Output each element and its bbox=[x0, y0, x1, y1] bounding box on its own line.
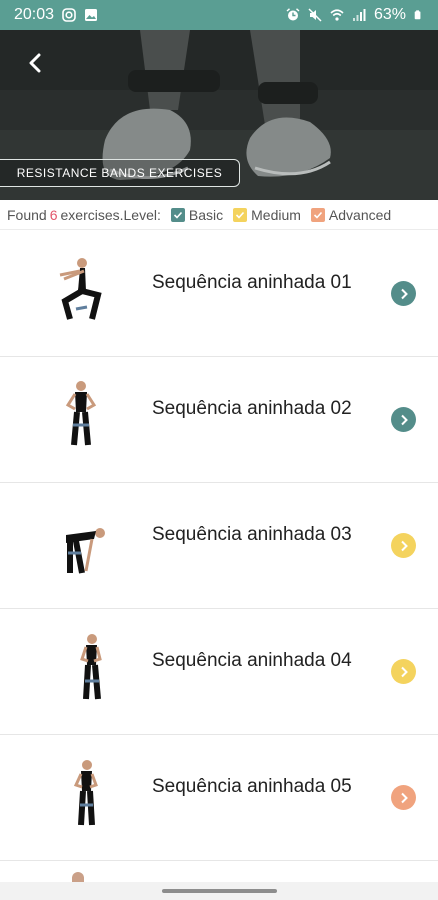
status-bar: 20:03 63% bbox=[0, 0, 438, 30]
level-basic-toggle[interactable]: Basic bbox=[170, 206, 224, 223]
open-exercise-button[interactable] bbox=[391, 533, 416, 558]
exercise-title: Sequência aninhada 03 bbox=[152, 524, 352, 545]
battery-percent: 63% bbox=[373, 6, 406, 23]
level-medium-toggle[interactable]: Medium bbox=[233, 207, 301, 223]
level-filter-bar: Found 6 exercises.Level: Basic Medium Ad… bbox=[0, 200, 438, 230]
exercise-row[interactable]: Sequência aninhada 03 bbox=[0, 483, 438, 609]
battery-icon bbox=[414, 10, 421, 20]
checkbox-checked-icon bbox=[310, 207, 325, 222]
back-arrow-icon bbox=[29, 53, 41, 73]
exercise-list: Sequência aninhada 01 Sequência aninhada… bbox=[0, 231, 438, 861]
exercise-thumbnail bbox=[66, 528, 105, 574]
status-time: 20:03 bbox=[14, 6, 55, 23]
exercise-row[interactable]: Sequência aninhada 05 bbox=[0, 735, 438, 861]
page-title: RESISTANCE BANDS EXERCISES bbox=[0, 159, 240, 187]
back-button[interactable] bbox=[18, 46, 52, 80]
exercise-title: Sequência aninhada 05 bbox=[152, 776, 352, 797]
exercise-title: Sequência aninhada 01 bbox=[152, 272, 352, 293]
level-medium-label: Medium bbox=[251, 206, 301, 223]
exercise-title: Sequência aninhada 04 bbox=[152, 650, 352, 671]
found-count: 6 bbox=[49, 206, 58, 223]
exercise-thumbnail bbox=[59, 258, 102, 320]
checkbox-checked-icon bbox=[233, 207, 248, 222]
exercise-row[interactable]: Sequência aninhada 01 bbox=[0, 231, 438, 357]
exercise-thumbnail bbox=[80, 634, 102, 700]
signal-icon bbox=[352, 9, 366, 21]
chevron-right-icon bbox=[400, 414, 408, 425]
open-exercise-button[interactable] bbox=[391, 281, 416, 306]
instagram-icon bbox=[62, 8, 76, 22]
level-basic-label: Basic bbox=[188, 206, 224, 223]
level-advanced-label: Advanced bbox=[328, 206, 392, 223]
chevron-right-icon bbox=[400, 288, 408, 299]
chevron-right-icon bbox=[400, 666, 408, 677]
gallery-icon bbox=[85, 9, 98, 21]
exercise-row[interactable]: Sequência aninhada 04 bbox=[0, 609, 438, 735]
exercise-title: Sequência aninhada 02 bbox=[152, 398, 352, 419]
exercise-row[interactable]: Sequência aninhada 02 bbox=[0, 357, 438, 483]
exercise-thumbnail bbox=[65, 381, 97, 446]
alarm-icon bbox=[286, 8, 300, 21]
open-exercise-button[interactable] bbox=[391, 785, 416, 810]
chevron-right-icon bbox=[400, 540, 408, 551]
open-exercise-button[interactable] bbox=[391, 659, 416, 684]
found-suffix: exercises.Level: bbox=[60, 206, 161, 223]
next-exercise-thumbnail-peek bbox=[72, 872, 84, 882]
mute-icon bbox=[308, 8, 322, 22]
home-gesture-handle[interactable] bbox=[162, 889, 277, 893]
wifi-icon bbox=[330, 9, 344, 21]
checkbox-checked-icon bbox=[170, 207, 185, 222]
found-label: Found bbox=[7, 206, 47, 223]
system-nav-bar bbox=[0, 882, 438, 900]
open-exercise-button[interactable] bbox=[391, 407, 416, 432]
exercise-thumbnail bbox=[73, 760, 98, 826]
level-advanced-toggle[interactable]: Advanced bbox=[310, 206, 392, 223]
chevron-right-icon bbox=[400, 792, 408, 803]
